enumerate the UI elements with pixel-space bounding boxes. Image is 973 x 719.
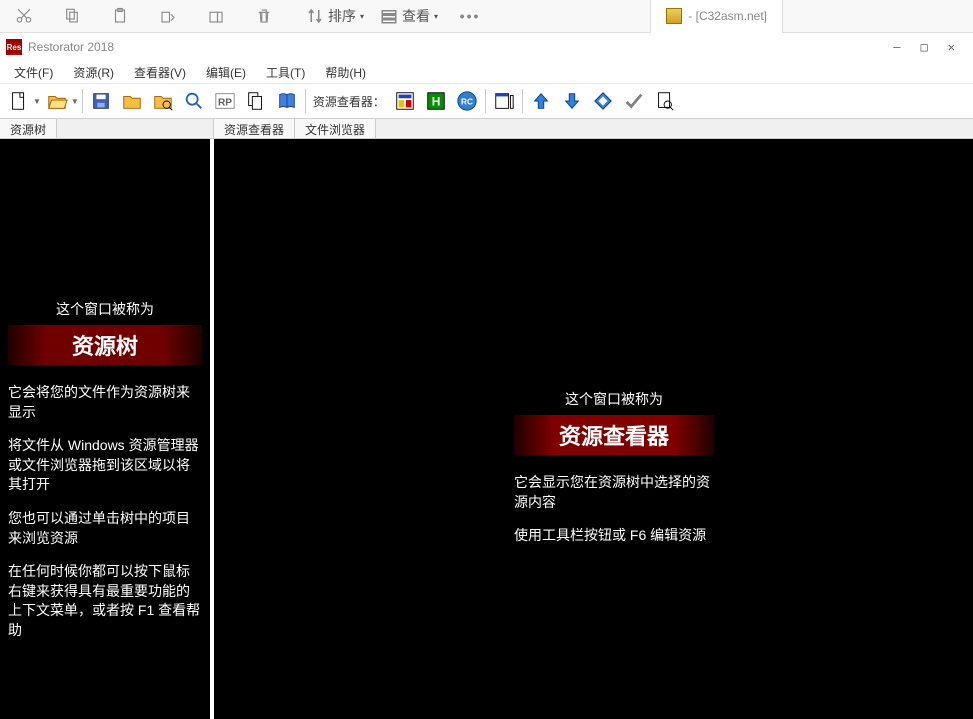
- viewer-dialog-button[interactable]: [489, 86, 519, 116]
- more-icon[interactable]: •••: [446, 1, 494, 31]
- svg-text:H: H: [432, 95, 441, 109]
- tree-text-2: 将文件从 Windows 资源管理器或文件浏览器拖到该区域以将其打开: [8, 436, 202, 495]
- view-button[interactable]: 查看 ▾: [372, 1, 446, 31]
- tree-banner: 资源树: [8, 325, 202, 365]
- open-button[interactable]: [42, 86, 72, 116]
- tab-file-browser[interactable]: 文件浏览器: [295, 119, 376, 138]
- check-button[interactable]: [619, 86, 649, 116]
- open-dropdown[interactable]: ▼: [71, 97, 79, 106]
- nav-up-button[interactable]: [526, 86, 556, 116]
- c32asm-icon: [666, 8, 682, 24]
- window-title: Restorator 2018: [28, 40, 114, 54]
- menu-tools[interactable]: 工具(T): [256, 62, 315, 83]
- content-area: 这个窗口被称为 资源树 它会将您的文件作为资源树来显示 将文件从 Windows…: [0, 139, 973, 719]
- tab-resource-viewer[interactable]: 资源查看器: [214, 119, 295, 138]
- viewer-rc-button[interactable]: RC: [452, 86, 482, 116]
- toolbar: ▼ ▼ RP 资源查看器： H RC: [0, 83, 973, 119]
- tree-caption: 这个窗口被称为: [8, 299, 202, 319]
- new-button[interactable]: [4, 86, 34, 116]
- viewer-text-2: 使用工具栏按钮或 F6 编辑资源: [514, 526, 714, 546]
- svg-text:RC: RC: [461, 98, 473, 107]
- menu-resource[interactable]: 资源(R): [63, 62, 124, 83]
- tab-resource-tree[interactable]: 资源树: [0, 119, 57, 138]
- book-button[interactable]: [272, 86, 302, 116]
- svg-text:RP: RP: [218, 98, 232, 109]
- paste-icon[interactable]: [96, 1, 144, 31]
- resource-tree-panel[interactable]: 这个窗口被称为 资源树 它会将您的文件作为资源树来显示 将文件从 Windows…: [0, 139, 214, 719]
- sort-button[interactable]: 排序 ▾: [298, 1, 372, 31]
- delete-icon[interactable]: [240, 1, 288, 31]
- menubar: 文件(F) 资源(R) 查看器(V) 编辑(E) 工具(T) 帮助(H): [0, 61, 973, 83]
- explore-button[interactable]: [148, 86, 178, 116]
- viewer-caption: 这个窗口被称为: [514, 389, 714, 409]
- copy-to-icon[interactable]: [192, 1, 240, 31]
- copy-resource-button[interactable]: [241, 86, 271, 116]
- new-dropdown[interactable]: ▼: [33, 97, 41, 106]
- background-window-tab[interactable]: - [C32asm.net]: [650, 0, 783, 33]
- tree-text-4: 在任何时候你都可以按下鼠标右键来获得具有最重要功能的上下文菜单，或者按 F1 查…: [8, 562, 202, 640]
- move-icon[interactable]: [144, 1, 192, 31]
- menu-file[interactable]: 文件(F): [4, 62, 63, 83]
- close-button[interactable]: ✕: [948, 40, 955, 54]
- background-app-toolbar: 排序 ▾ 查看 ▾ ••• - [C32asm.net]: [0, 0, 973, 33]
- background-tab-title: - [C32asm.net]: [688, 9, 767, 23]
- save-button[interactable]: [86, 86, 116, 116]
- viewer-banner: 资源查看器: [514, 415, 714, 455]
- find-button[interactable]: [650, 86, 680, 116]
- menu-viewer[interactable]: 查看器(V): [124, 62, 196, 83]
- save-all-button[interactable]: [117, 86, 147, 116]
- viewer-default-button[interactable]: [390, 86, 420, 116]
- search-button[interactable]: [179, 86, 209, 116]
- maximize-button[interactable]: □: [921, 40, 928, 54]
- titlebar: Res Restorator 2018 — □ ✕: [0, 33, 973, 61]
- menu-edit[interactable]: 编辑(E): [196, 62, 256, 83]
- sort-label: 排序: [328, 6, 356, 26]
- nav-down-button[interactable]: [557, 86, 587, 116]
- tree-text-1: 它会将您的文件作为资源树来显示: [8, 383, 202, 422]
- minimize-button[interactable]: —: [893, 40, 900, 54]
- copy-icon[interactable]: [48, 1, 96, 31]
- menu-help[interactable]: 帮助(H): [315, 62, 376, 83]
- tree-text-3: 您也可以通过单击树中的项目来浏览资源: [8, 509, 202, 548]
- viewer-label: 资源查看器：: [309, 93, 389, 110]
- resource-viewer-panel[interactable]: 这个窗口被称为 资源查看器 它会显示您在资源树中选择的资源内容 使用工具栏按钮或…: [214, 139, 973, 719]
- cut-icon[interactable]: [0, 1, 48, 31]
- app-icon: Res: [6, 39, 22, 55]
- nav-diamond-button[interactable]: [588, 86, 618, 116]
- tree-info-overlay: 这个窗口被称为 资源树 它会将您的文件作为资源树来显示 将文件从 Windows…: [8, 299, 202, 655]
- panel-headers: 资源树 资源查看器 文件浏览器: [0, 119, 973, 139]
- view-label: 查看: [402, 6, 430, 26]
- viewer-text-1: 它会显示您在资源树中选择的资源内容: [514, 473, 714, 512]
- viewer-hex-button[interactable]: H: [421, 86, 451, 116]
- viewer-info-overlay: 这个窗口被称为 资源查看器 它会显示您在资源树中选择的资源内容 使用工具栏按钮或…: [514, 389, 714, 560]
- rp-button[interactable]: RP: [210, 86, 240, 116]
